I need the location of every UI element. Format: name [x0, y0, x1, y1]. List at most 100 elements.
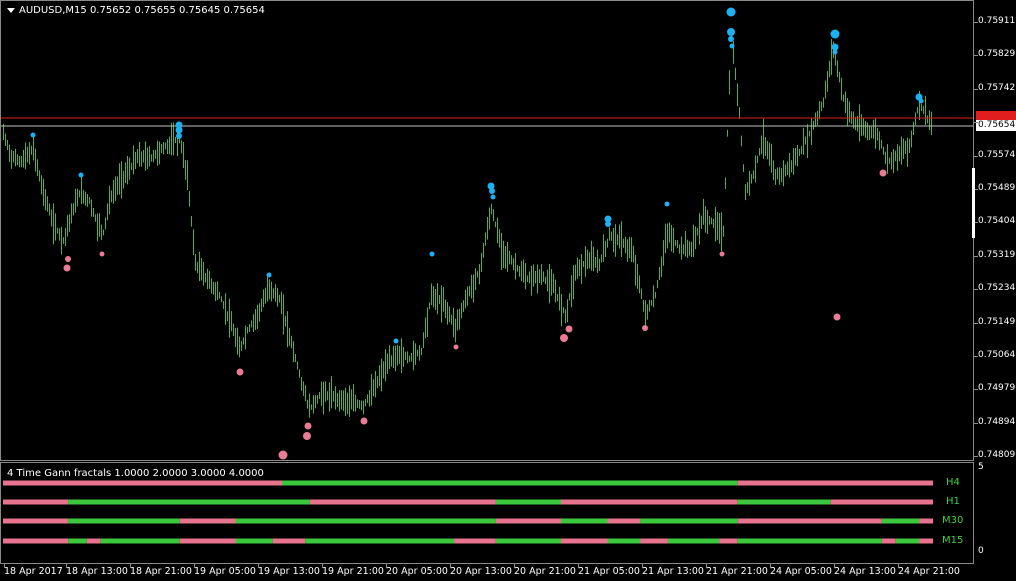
bull-segment — [737, 499, 831, 505]
bull-segment — [737, 538, 882, 544]
price-axis[interactable]: 0.75656 0.75654 5 0 0.75911 0.75829 0.7574… — [974, 0, 1016, 581]
time-axis-label: 20 Apr 21:00 — [514, 566, 576, 577]
current-price-tag: 0.75654 — [976, 120, 1016, 131]
price-axis-label: 0.75234 — [978, 283, 1016, 294]
time-axis-label: 19 Apr 21:00 — [322, 566, 384, 577]
bear-segment — [919, 518, 933, 524]
bear-segment — [179, 518, 236, 524]
bull-segment — [68, 499, 310, 505]
down-fractal-marker — [565, 325, 573, 333]
time-axis-label: 20 Apr 13:00 — [450, 566, 512, 577]
up-fractal-marker — [175, 126, 183, 134]
bear-segment — [495, 518, 561, 524]
bull-segment — [495, 538, 561, 544]
gann-row-h4 — [3, 480, 933, 486]
price-axis-label: 0.75911 — [978, 16, 1016, 26]
down-fractal-marker — [879, 169, 887, 177]
time-axis-label: 21 Apr 13:00 — [642, 566, 704, 577]
time-axis[interactable]: 18 Apr 2017 18 Apr 13:00 18 Apr 21:00 19 Ap… — [0, 564, 974, 581]
bear-segment — [737, 518, 882, 524]
gann-row-m15 — [3, 538, 933, 544]
timeframe-label-h1: H1 — [946, 496, 960, 507]
bear-segment — [919, 538, 933, 544]
time-axis-label: 20 Apr 05:00 — [386, 566, 448, 577]
price-axis-label: 0.75319 — [978, 249, 1016, 260]
down-fractal-marker — [560, 334, 568, 342]
down-fractal-marker — [278, 450, 288, 460]
up-fractal-marker — [78, 172, 84, 178]
bull-segment — [68, 518, 180, 524]
time-axis-label: 21 Apr 21:00 — [706, 566, 768, 577]
time-axis-label: 18 Apr 2017 — [4, 566, 63, 577]
up-fractal-marker — [726, 7, 736, 17]
bull-segment — [640, 518, 738, 524]
dropdown-triangle-icon[interactable] — [7, 7, 15, 13]
price-bars — [3, 30, 932, 418]
indicator-axis-top: 5 — [978, 462, 984, 472]
up-fractal-marker — [832, 49, 838, 55]
bull-segment — [235, 538, 273, 544]
down-fractal-marker — [303, 432, 311, 440]
bull-segment — [895, 538, 920, 544]
down-fractal-marker — [719, 251, 725, 257]
down-fractal-marker — [642, 325, 648, 331]
bear-segment — [737, 480, 933, 486]
price-axis-label: 0.74809 — [978, 450, 1016, 461]
up-fractal-marker — [490, 194, 496, 200]
up-fractal-marker — [30, 132, 36, 138]
bear-segment — [309, 499, 496, 505]
bull-segment — [282, 480, 738, 486]
symbol-header: AUDUSD,M15 0.75652 0.75655 0.75645 0.756… — [7, 5, 265, 16]
down-fractal-marker — [65, 256, 71, 262]
bear-segment — [3, 499, 69, 505]
price-axis-label: 0.75404 — [978, 216, 1016, 227]
up-fractal-marker — [489, 188, 495, 194]
bull-segment — [305, 538, 455, 544]
time-axis-label: 21 Apr 05:00 — [578, 566, 640, 577]
time-axis-label: 18 Apr 13:00 — [66, 566, 128, 577]
bear-segment — [3, 518, 69, 524]
indicator-pane[interactable]: 4 Time Gann fractals 1.0000 2.0000 3.000… — [0, 462, 974, 564]
bull-segment — [607, 538, 641, 544]
time-axis-label: 19 Apr 13:00 — [258, 566, 320, 577]
up-fractal-marker — [393, 338, 399, 344]
up-fractal-marker — [429, 251, 435, 257]
price-axis-label: 0.75742 — [978, 82, 1016, 93]
price-axis-tick — [974, 122, 978, 124]
up-fractal-marker — [729, 43, 735, 49]
current-price-value: 0.75654 — [978, 120, 1016, 130]
bear-segment — [86, 538, 101, 544]
price-axis-label: 0.75149 — [978, 316, 1016, 327]
timeframe-label-m15: M15 — [942, 535, 964, 546]
time-axis-label: 24 Apr 13:00 — [834, 566, 896, 577]
bear-segment — [454, 538, 496, 544]
chart-shift-marker[interactable] — [972, 168, 975, 238]
symbol-header-text: AUDUSD,M15 0.75652 0.75655 0.75645 0.756… — [19, 5, 265, 16]
bear-segment — [830, 499, 933, 505]
price-chart-canvas[interactable] — [1, 1, 973, 460]
down-fractal-marker — [236, 368, 244, 376]
bear-segment — [561, 499, 738, 505]
price-axis-label: 0.75064 — [978, 350, 1016, 360]
up-fractal-marker — [728, 36, 734, 42]
bull-segment — [100, 538, 180, 544]
up-fractal-marker — [605, 221, 611, 227]
bull-segment — [667, 538, 720, 544]
price-axis-label: 0.75574 — [978, 149, 1016, 160]
indicator-header: 4 Time Gann fractals 1.0000 2.0000 3.000… — [7, 468, 264, 479]
bear-segment — [3, 538, 69, 544]
time-axis-label: 18 Apr 21:00 — [130, 566, 192, 577]
up-fractal-marker — [918, 98, 924, 104]
bear-segment — [640, 538, 668, 544]
gann-row-h1 — [3, 499, 933, 505]
up-fractal-marker — [830, 29, 840, 39]
bull-segment — [495, 499, 561, 505]
price-chart-pane[interactable]: AUDUSD,M15 0.75652 0.75655 0.75645 0.756… — [0, 0, 974, 461]
up-fractal-marker — [266, 272, 272, 278]
timeframe-label-m30: M30 — [942, 515, 964, 526]
timeframe-label-h4: H4 — [946, 477, 960, 488]
bear-segment — [881, 538, 896, 544]
down-fractal-marker — [453, 344, 459, 350]
fractal-markers — [30, 7, 924, 460]
price-axis-label: 0.75829 — [978, 49, 1016, 60]
